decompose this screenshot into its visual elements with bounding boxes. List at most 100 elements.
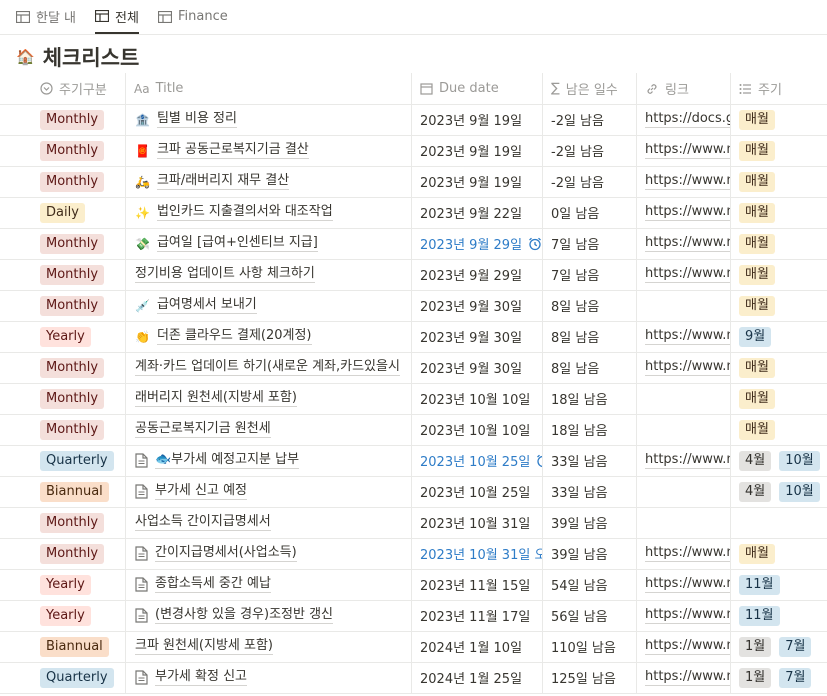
remaining-cell[interactable]: 18일 남음	[543, 383, 637, 414]
remaining-cell[interactable]: -2일 남음	[543, 104, 637, 135]
type-cell[interactable]: Monthly	[32, 104, 126, 135]
column-header-type[interactable]: 주기구분	[32, 73, 126, 104]
link-url[interactable]: https://docs.go	[645, 111, 730, 128]
title-cell[interactable]: 👏 더존 클라우드 결제(20계정)	[126, 321, 412, 352]
period-cell[interactable]: 매월	[731, 197, 827, 228]
table-row[interactable]: Monthly 사업소득 간이지급명세서 2023년 10월 31일 39일 남음	[0, 507, 827, 539]
period-cell[interactable]	[731, 507, 827, 538]
link-url[interactable]: https://www.no	[645, 576, 730, 593]
period-cell[interactable]: 매월	[731, 259, 827, 290]
remaining-cell[interactable]: 8일 남음	[543, 352, 637, 383]
link-cell[interactable]	[637, 414, 731, 445]
tab-month[interactable]: 한달 내	[16, 0, 76, 33]
remaining-cell[interactable]: 56일 남음	[543, 600, 637, 631]
title-cell[interactable]: 🐟부가세 예정고지분 납부	[126, 445, 412, 476]
row-title[interactable]: 급여일 [급여+인센티브 지급]	[156, 235, 318, 252]
type-cell[interactable]: Monthly	[32, 352, 126, 383]
type-cell[interactable]: Monthly	[32, 414, 126, 445]
row-title[interactable]: 법인카드 지출결의서와 대조작업	[156, 204, 333, 221]
table-row[interactable]: Monthly 💸 급여일 [급여+인센티브 지급] 2023년 9월 29일 7일 남…	[0, 228, 827, 260]
title-cell[interactable]: 간이지급명세서(사업소득)	[126, 538, 412, 569]
row-title[interactable]: 팀별 비용 정리	[156, 111, 237, 128]
column-header-remaining[interactable]: ∑ 남은 일수	[543, 73, 637, 104]
table-row[interactable]: Monthly 🛵 크파/래버리지 재무 결산 2023년 9월 19일 -2일 남음 h…	[0, 166, 827, 198]
table-row[interactable]: Monthly 래버리지 원천세(지방세 포함) 2023년 10월 10일 18일 …	[0, 383, 827, 415]
table-row[interactable]: Monthly 🏦 팀별 비용 정리 2023년 9월 19일 -2일 남음 https:…	[0, 104, 827, 136]
remaining-cell[interactable]: 8일 남음	[543, 290, 637, 321]
due-cell[interactable]: 2023년 9월 29일	[412, 228, 543, 259]
due-cell[interactable]: 2023년 11월 15일	[412, 569, 543, 600]
remaining-cell[interactable]: 33일 남음	[543, 445, 637, 476]
type-cell[interactable]: Monthly	[32, 507, 126, 538]
type-cell[interactable]: Monthly	[32, 259, 126, 290]
period-cell[interactable]: 9월	[731, 321, 827, 352]
link-url[interactable]: https://www.no	[645, 545, 730, 562]
due-cell[interactable]: 2023년 10월 31일	[412, 507, 543, 538]
period-cell[interactable]: 매월	[731, 166, 827, 197]
column-header-period[interactable]: 주기	[731, 73, 827, 104]
type-cell[interactable]: Quarterly	[32, 445, 126, 476]
due-cell[interactable]: 2023년 9월 29일	[412, 259, 543, 290]
title-cell[interactable]: 사업소득 간이지급명세서	[126, 507, 412, 538]
title-cell[interactable]: 계좌·카드 업데이트 하기(새로운 계좌,카드있을시	[126, 352, 412, 383]
type-cell[interactable]: Yearly	[32, 569, 126, 600]
title-cell[interactable]: 🏦 팀별 비용 정리	[126, 104, 412, 135]
table-row[interactable]: Monthly 계좌·카드 업데이트 하기(새로운 계좌,카드있을시 2023년 9…	[0, 352, 827, 384]
table-row[interactable]: Yearly 종합소득세 중간 예납 2023년 11월 15일 54일 남음 http…	[0, 569, 827, 601]
link-cell[interactable]: https://www.no	[637, 321, 731, 352]
link-cell[interactable]: https://www.no	[637, 197, 731, 228]
link-cell[interactable]: https://www.no	[637, 228, 731, 259]
table-row[interactable]: Yearly 👏 더존 클라우드 결제(20계정) 2023년 9월 30일 8일 남음…	[0, 321, 827, 353]
period-cell[interactable]: 11월	[731, 600, 827, 631]
row-title[interactable]: 크파 원천세(지방세 포함)	[135, 638, 274, 655]
type-cell[interactable]: Biannual	[32, 631, 126, 662]
title-cell[interactable]: 래버리지 원천세(지방세 포함)	[126, 383, 412, 414]
table-row[interactable]: Quarterly 🐟부가세 예정고지분 납부 2023년 10월 25일 33일 남…	[0, 445, 827, 477]
link-url[interactable]: https://www.no	[645, 235, 730, 252]
remaining-cell[interactable]: 33일 남음	[543, 476, 637, 507]
remaining-cell[interactable]: 39일 남음	[543, 538, 637, 569]
row-title[interactable]: 부가세 신고 예정	[155, 483, 247, 500]
remaining-cell[interactable]: -2일 남음	[543, 135, 637, 166]
title-cell[interactable]: 정기비용 업데이트 사항 체크하기	[126, 259, 412, 290]
table-row[interactable]: Biannual 부가세 신고 예정 2023년 10월 25일 33일 남음 4월 10…	[0, 476, 827, 508]
row-title[interactable]: 공동근로복지기금 원천세	[135, 421, 271, 438]
link-url[interactable]: https://www.no	[645, 638, 730, 655]
link-cell[interactable]: https://www.no	[637, 569, 731, 600]
link-cell[interactable]: https://www.no	[637, 445, 731, 476]
table-row[interactable]: Monthly 공동근로복지기금 원천세 2023년 10월 10일 18일 남음 매월	[0, 414, 827, 446]
due-cell[interactable]: 2024년 1월 25일	[412, 662, 543, 693]
period-cell[interactable]: 매월	[731, 135, 827, 166]
title-cell[interactable]: 종합소득세 중간 예납	[126, 569, 412, 600]
period-cell[interactable]: 1월 7월	[731, 662, 827, 693]
row-title[interactable]: 🐟부가세 예정고지분 납부	[155, 452, 300, 469]
due-cell[interactable]: 2023년 9월 19일	[412, 104, 543, 135]
title-cell[interactable]: 부가세 신고 예정	[126, 476, 412, 507]
table-row[interactable]: Monthly 🧧 크파 공동근로복지기금 결산 2023년 9월 19일 -2일 남음…	[0, 135, 827, 167]
link-cell[interactable]	[637, 383, 731, 414]
link-cell[interactable]: https://docs.go	[637, 104, 731, 135]
type-cell[interactable]: Monthly	[32, 228, 126, 259]
period-cell[interactable]: 4월 10월	[731, 445, 827, 476]
period-cell[interactable]: 매월	[731, 414, 827, 445]
due-cell[interactable]: 2023년 9월 19일	[412, 166, 543, 197]
tab-finance[interactable]: Finance	[158, 0, 228, 33]
table-row[interactable]: Monthly 💉 급여명세서 보내기 2023년 9월 30일 8일 남음 매월	[0, 290, 827, 322]
row-title[interactable]: 급여명세서 보내기	[156, 297, 257, 314]
link-url[interactable]: https://www.no	[645, 607, 730, 624]
remaining-cell[interactable]: -2일 남음	[543, 166, 637, 197]
row-title[interactable]: 부가세 확정 신고	[155, 669, 247, 686]
link-cell[interactable]	[637, 290, 731, 321]
link-cell[interactable]: https://www.no	[637, 135, 731, 166]
row-title[interactable]: 사업소득 간이지급명세서	[135, 514, 271, 531]
table-row[interactable]: Quarterly 부가세 확정 신고 2024년 1월 25일 125일 남음 htt…	[0, 662, 827, 694]
row-title[interactable]: 간이지급명세서(사업소득)	[155, 545, 297, 562]
period-cell[interactable]: 매월	[731, 104, 827, 135]
due-cell[interactable]: 2023년 10월 25일	[412, 476, 543, 507]
remaining-cell[interactable]: 125일 남음	[543, 662, 637, 693]
column-header-link[interactable]: 링크	[637, 73, 731, 104]
period-cell[interactable]: 매월	[731, 228, 827, 259]
link-cell[interactable]: https://www.no	[637, 259, 731, 290]
link-cell[interactable]	[637, 476, 731, 507]
table-row[interactable]: Daily ✨ 법인카드 지출결의서와 대조작업 2023년 9월 22일 0일 남음 h…	[0, 197, 827, 229]
